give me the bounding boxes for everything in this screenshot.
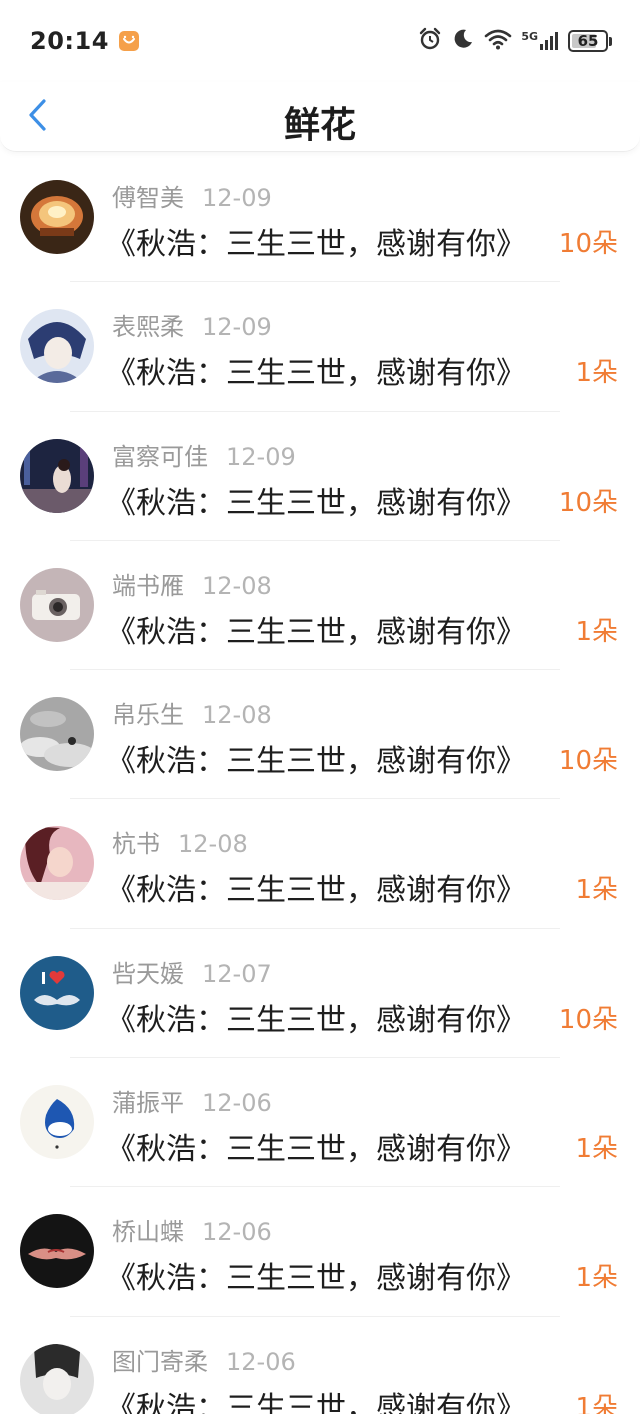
- page-title: 鲜花: [283, 105, 356, 146]
- flower-amount: 1朵: [575, 1263, 618, 1294]
- avatar: [20, 438, 94, 513]
- sender-name: 傅智美: [112, 184, 184, 212]
- app-notification-icon: [118, 31, 139, 51]
- book-title: 《秋浩：三生三世，感谢有你》: [106, 1002, 526, 1038]
- send-date: 12-06: [226, 1347, 296, 1376]
- list-item[interactable]: 呰天媛 12-07 《秋浩：三生三世，感谢有你》 10朵: [0, 929, 640, 1059]
- flower-amount: 10朵: [558, 229, 618, 259]
- avatar: [20, 955, 94, 1030]
- nav-bar: 鲜花: [0, 82, 640, 152]
- sender-name: 桥山蝶: [112, 1218, 184, 1247]
- avatar: [20, 1085, 94, 1160]
- book-title: 《秋浩：三生三世，感谢有你》: [106, 1132, 526, 1168]
- flower-amount: 1朵: [575, 358, 618, 389]
- list-item[interactable]: 杭书 12-08 《秋浩：三生三世，感谢有你》 1朵: [0, 799, 640, 930]
- status-bar: 20:14 5G 65: [0, 0, 640, 82]
- wifi-icon: [484, 28, 512, 54]
- flower-amount: 1朵: [575, 616, 618, 647]
- list-item[interactable]: 图门寄柔 12-06 《秋浩：三生三世，感谢有你》 1朵: [0, 1317, 640, 1414]
- list-item[interactable]: 表熙柔 12-09 《秋浩：三生三世，感谢有你》 1朵: [0, 282, 640, 412]
- signal-5g-icon: 5G: [521, 31, 559, 51]
- sender-name: 呰天媛: [112, 959, 184, 988]
- list-item[interactable]: 蒲振平 12-06 《秋浩：三生三世，感谢有你》 1朵: [0, 1058, 640, 1188]
- moon-icon: [451, 27, 475, 55]
- sender-name: 端书雁: [112, 571, 184, 600]
- book-title: 《秋浩：三生三世，感谢有你》: [106, 485, 526, 521]
- send-date: 12-08: [202, 571, 272, 600]
- avatar: [20, 1343, 94, 1414]
- battery-level: 65: [577, 32, 599, 50]
- avatar: [20, 567, 94, 642]
- sender-name: 杭书: [112, 830, 160, 859]
- sender-name: 图门寄柔: [112, 1347, 208, 1376]
- flower-record-list: 傅智美 12-09 《秋浩：三生三世，感谢有你》 10朵 表熙柔 12-09 《秋浩…: [0, 153, 640, 1414]
- avatar: [20, 697, 94, 772]
- book-title: 《秋浩：三生三世，感谢有你》: [106, 1390, 526, 1414]
- list-item[interactable]: 傅智美 12-09 《秋浩：三生三世，感谢有你》 10朵: [0, 153, 640, 283]
- flower-amount: 10朵: [558, 746, 618, 777]
- book-title: 《秋浩：三生三世，感谢有你》: [106, 227, 526, 262]
- send-date: 12-09: [226, 442, 296, 471]
- send-date: 12-08: [202, 701, 272, 730]
- sender-name: 表熙柔: [112, 313, 184, 342]
- battery-icon: 65: [568, 30, 612, 52]
- flower-amount: 1朵: [575, 1134, 618, 1165]
- avatar: [20, 826, 94, 901]
- book-title: 《秋浩：三生三世，感谢有你》: [106, 744, 526, 780]
- send-date: 12-06: [202, 1218, 272, 1247]
- flower-amount: 10朵: [558, 1004, 618, 1035]
- book-title: 《秋浩：三生三世，感谢有你》: [106, 1261, 526, 1297]
- list-item[interactable]: 帛乐生 12-08 《秋浩：三生三世，感谢有你》 10朵: [0, 670, 640, 800]
- alarm-icon: [418, 27, 442, 55]
- sender-name: 帛乐生: [112, 701, 184, 730]
- send-date: 12-09: [202, 184, 272, 212]
- list-item[interactable]: 端书雁 12-08 《秋浩：三生三世，感谢有你》 1朵: [0, 541, 640, 671]
- book-title: 《秋浩：三生三世，感谢有你》: [106, 614, 526, 650]
- avatar: [20, 180, 94, 254]
- status-icons: 5G 65: [418, 27, 612, 55]
- status-time: 20:14: [30, 27, 109, 55]
- list-item[interactable]: 桥山蝶 12-06 《秋浩：三生三世，感谢有你》 1朵: [0, 1187, 640, 1317]
- list-item[interactable]: 富察可佳 12-09 《秋浩：三生三世，感谢有你》 10朵: [0, 412, 640, 542]
- send-date: 12-09: [202, 313, 272, 342]
- send-date: 12-08: [178, 830, 248, 859]
- sender-name: 蒲振平: [112, 1089, 184, 1118]
- flower-amount: 10朵: [558, 487, 618, 518]
- send-date: 12-07: [202, 959, 272, 988]
- book-title: 《秋浩：三生三世，感谢有你》: [106, 356, 526, 392]
- sender-name: 富察可佳: [112, 442, 208, 471]
- flower-amount: 1朵: [575, 1392, 618, 1414]
- book-title: 《秋浩：三生三世，感谢有你》: [106, 873, 526, 909]
- send-date: 12-06: [202, 1089, 272, 1118]
- flower-amount: 1朵: [575, 875, 618, 906]
- network-label: 5G: [521, 30, 538, 43]
- avatar: [20, 309, 94, 384]
- avatar: [20, 1214, 94, 1289]
